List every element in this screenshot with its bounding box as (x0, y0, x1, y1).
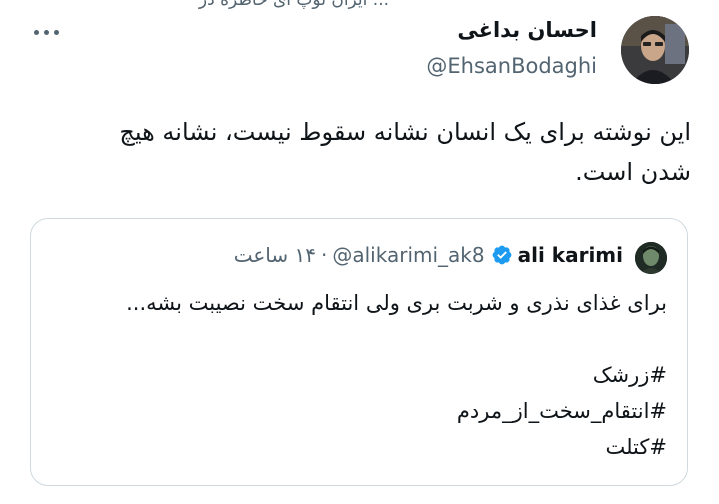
quoted-avatar-image (635, 242, 667, 274)
hashtag-link[interactable]: #کتلت (47, 429, 667, 465)
author-handle[interactable]: @EhsanBodaghi (426, 54, 597, 78)
previous-tweet-cut-text: ... ایران توپ ای خاطره در (198, 0, 389, 10)
hashtag-link[interactable]: #زرشک (47, 357, 667, 393)
more-dot (43, 29, 49, 35)
more-options-icon[interactable] (26, 18, 66, 46)
hashtag-link[interactable]: #انتقام_سخت_از_مردم (47, 393, 667, 429)
quoted-author-name[interactable]: ali karimi (518, 243, 623, 267)
quoted-tweet-time[interactable]: ۱۴ ساعت (234, 243, 316, 267)
quoted-author-handle[interactable]: @alikarimi_ak8 (332, 243, 484, 267)
quoted-text-line: برای غذای نذری و شربت بری ولی انتقام سخت… (126, 291, 667, 315)
quoted-tweet-text: برای غذای نذری و شربت بری ولی انتقام سخت… (47, 285, 667, 465)
more-dot (53, 29, 59, 35)
author-display-name[interactable]: احسان بداغی (457, 18, 597, 42)
author-avatar-image (621, 16, 689, 84)
quoted-tweet-card[interactable]: ali karimi @alikarimi_ak8 · ۱۴ ساعت برای… (30, 218, 688, 486)
tweet-text: این نوشته برای یک انسان نشانه سقوط نیست،… (119, 118, 691, 186)
author-avatar[interactable] (621, 16, 689, 84)
verified-badge-icon (492, 245, 512, 265)
quoted-tweet-header: ali karimi @alikarimi_ak8 · ۱۴ ساعت (234, 243, 623, 267)
quoted-author-avatar[interactable] (635, 242, 667, 274)
more-dot (33, 29, 39, 35)
header-separator: · (321, 243, 328, 267)
quoted-text-blank-line (47, 321, 667, 357)
